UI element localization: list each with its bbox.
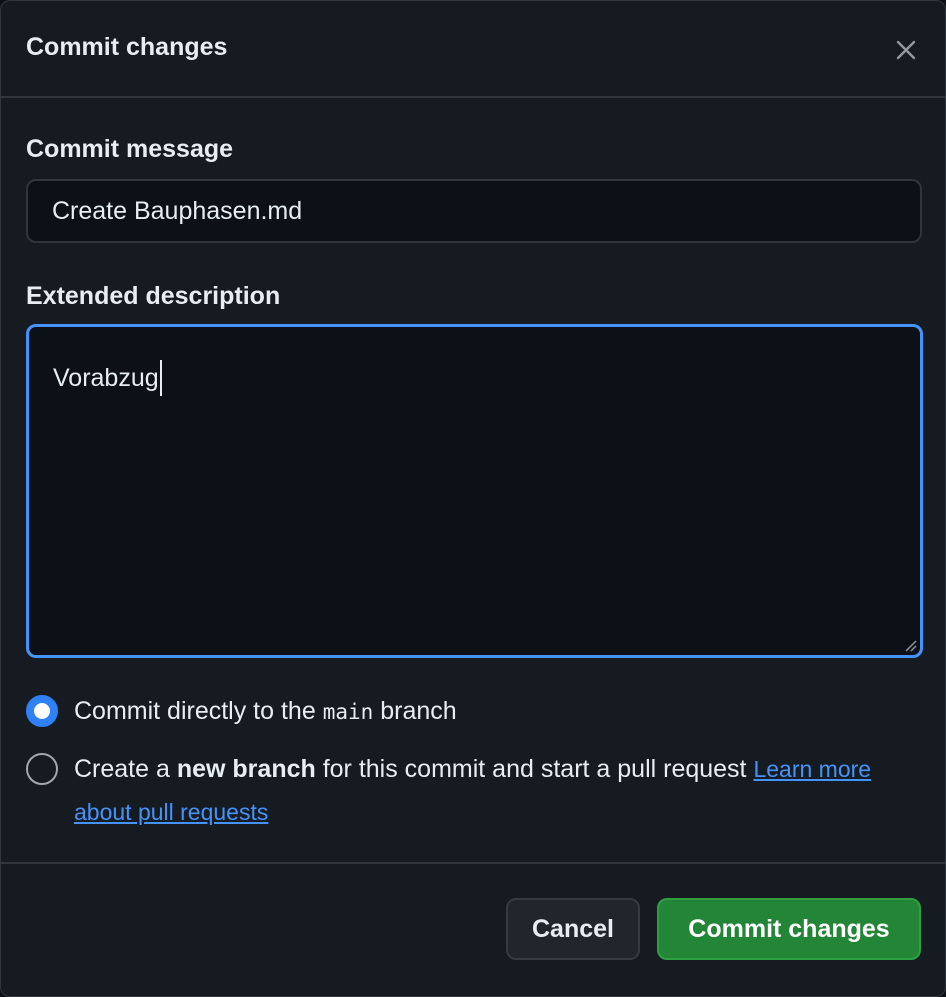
- extended-description-textarea[interactable]: Vorabzug: [26, 324, 923, 658]
- cancel-button[interactable]: Cancel: [506, 898, 640, 960]
- commit-direct-radio[interactable]: [26, 695, 58, 727]
- commit-direct-option[interactable]: Commit directly to the main branch: [26, 695, 457, 733]
- text-caret: [159, 360, 162, 396]
- commit-dialog: Commit changes Commit message Extended d…: [0, 0, 946, 997]
- footer-divider: [1, 862, 945, 864]
- new-branch-label: Create a new branch for this commit and …: [74, 755, 872, 825]
- extended-description-label: Extended description: [26, 282, 281, 310]
- resize-grip-icon[interactable]: [903, 638, 917, 652]
- new-branch-radio[interactable]: [26, 753, 58, 785]
- commit-message-input[interactable]: [26, 179, 922, 243]
- branch-name: main: [322, 700, 374, 724]
- commit-direct-label: Commit directly to the main branch: [74, 697, 457, 725]
- commit-changes-button[interactable]: Commit changes: [657, 898, 921, 960]
- close-button[interactable]: [885, 29, 927, 71]
- dialog-header: Commit changes: [1, 1, 945, 98]
- close-icon: [896, 40, 916, 60]
- new-branch-option[interactable]: Create a new branch for this commit and …: [26, 753, 894, 834]
- commit-message-label: Commit message: [26, 135, 234, 163]
- dialog-title: Commit changes: [26, 33, 228, 61]
- extended-description-value: Vorabzug: [53, 363, 159, 392]
